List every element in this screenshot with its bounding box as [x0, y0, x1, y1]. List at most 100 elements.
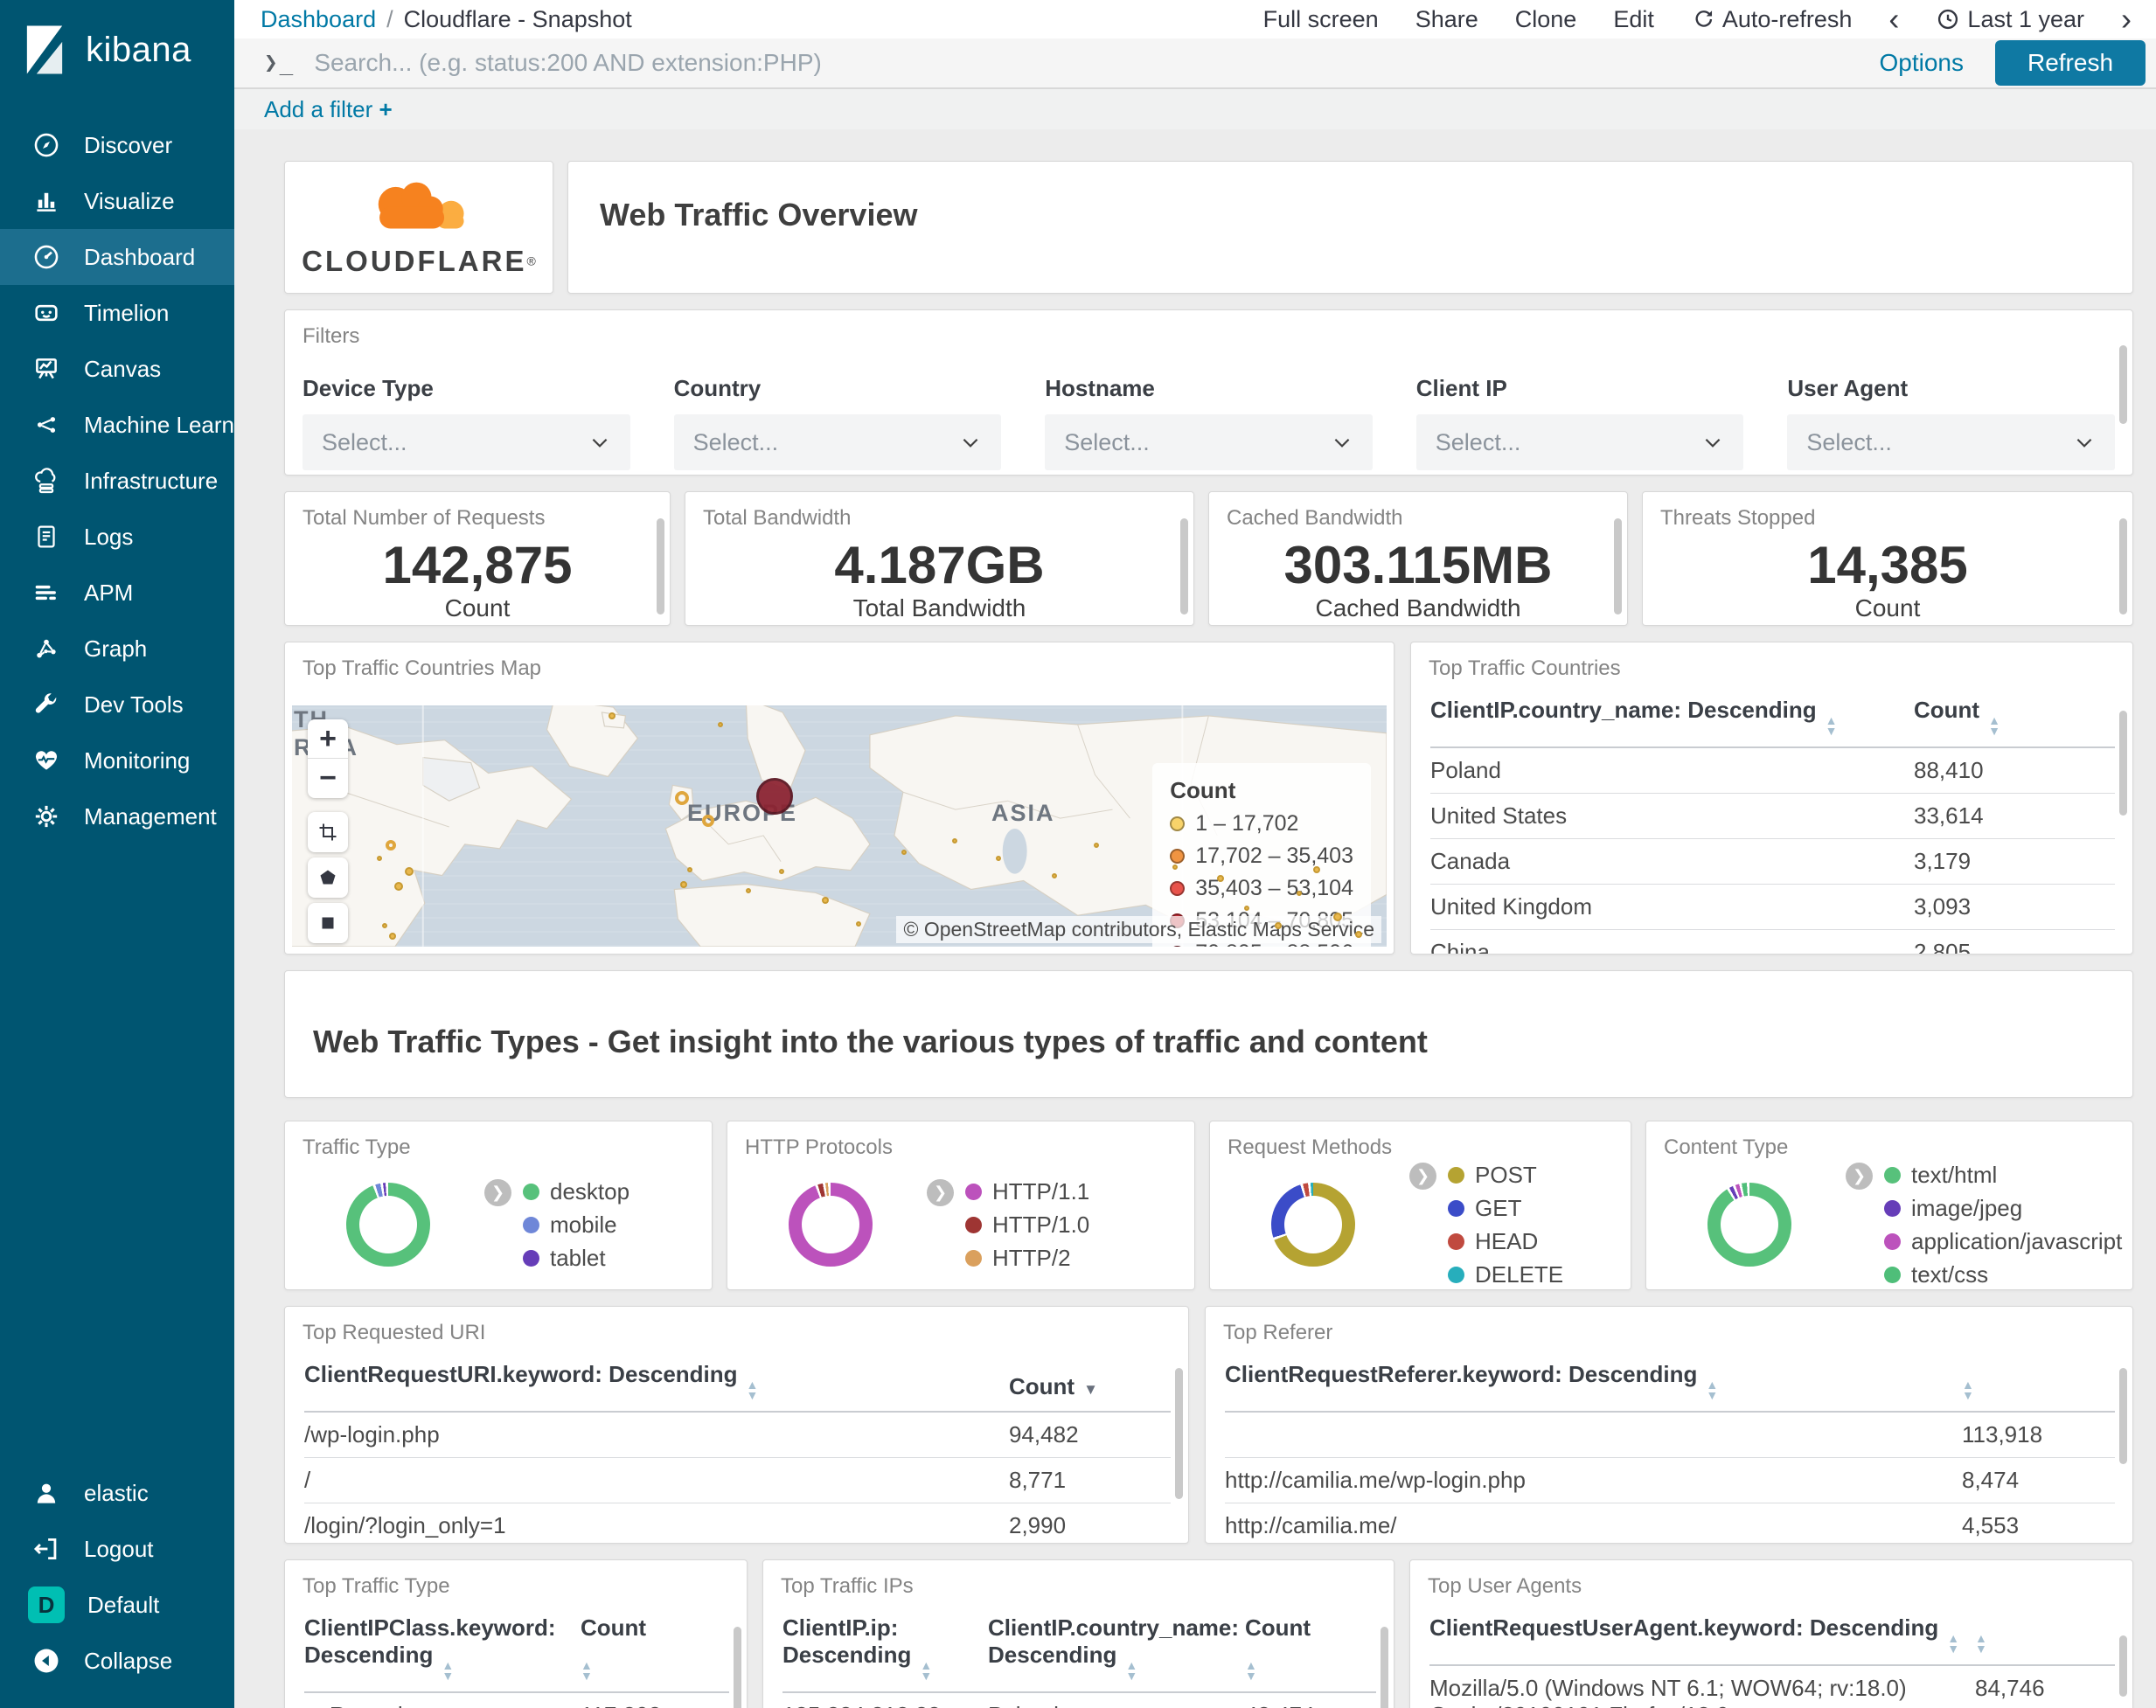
scrollbar[interactable] — [1175, 1368, 1183, 1499]
map-bubble[interactable] — [996, 856, 1001, 861]
map-bubble[interactable] — [822, 897, 829, 904]
map-bubble[interactable] — [1052, 873, 1057, 878]
map-bubble[interactable] — [952, 838, 957, 844]
search-input[interactable] — [314, 49, 1848, 77]
column-header[interactable]: ClientIPClass.keyword: Descending — [304, 1606, 581, 1693]
sort-icon[interactable] — [1988, 715, 2000, 736]
legend-item[interactable]: HTTP/2 — [965, 1245, 1089, 1272]
map-bubble[interactable] — [1313, 866, 1320, 873]
traffic-type-donut-chart[interactable] — [346, 1183, 430, 1267]
legend-item[interactable]: HTTP/1.1 — [965, 1178, 1089, 1205]
map-bubble[interactable] — [609, 712, 616, 719]
map-bubble[interactable] — [1275, 922, 1282, 929]
sidebar-item-collapse[interactable]: Collapse — [0, 1633, 234, 1689]
scrollbar[interactable] — [2119, 1635, 2127, 1697]
sort-icon[interactable] — [1975, 1633, 1987, 1654]
sidebar-item-logout[interactable]: Logout — [0, 1521, 234, 1577]
sidebar-item-space-default[interactable]: D Default — [0, 1577, 234, 1633]
zoom-out-button[interactable]: − — [308, 759, 348, 798]
zoom-in-button[interactable]: + — [308, 719, 348, 759]
column-header[interactable]: ClientIP.ip: Descending — [782, 1606, 988, 1693]
sort-icon[interactable] — [1947, 1633, 1959, 1654]
map-bubble[interactable] — [687, 867, 692, 872]
column-header[interactable]: ClientIP.country_name: Descending — [988, 1606, 1245, 1693]
column-header[interactable]: Count — [581, 1606, 729, 1693]
map-draw-polygon-button[interactable] — [308, 857, 348, 898]
map-draw-rectangle-button[interactable] — [308, 903, 348, 943]
legend-expand-icon[interactable]: ❯ — [1409, 1162, 1436, 1190]
scrollbar[interactable] — [2119, 711, 2127, 816]
map-bubble[interactable] — [377, 856, 382, 861]
map-bubble[interactable] — [394, 882, 403, 891]
sidebar-item-monitoring[interactable]: Monitoring — [0, 732, 234, 788]
sidebar-item-graph[interactable]: Graph — [0, 621, 234, 677]
kibana-logo[interactable]: kibana — [0, 0, 234, 101]
legend-item[interactable]: POST — [1448, 1162, 1563, 1189]
scrollbar[interactable] — [1614, 518, 1622, 614]
scrollbar[interactable] — [2119, 1368, 2127, 1464]
column-header[interactable]: Count — [1245, 1606, 1376, 1693]
column-header[interactable] — [1975, 1606, 2115, 1666]
share-button[interactable]: Share — [1415, 6, 1478, 33]
map-bubble[interactable] — [779, 869, 784, 874]
column-header[interactable]: Count — [1009, 1352, 1171, 1413]
device-type-select[interactable]: Select... — [303, 414, 630, 470]
map-bubble[interactable] — [702, 815, 714, 827]
refresh-button[interactable]: Refresh — [1995, 40, 2146, 86]
scrollbar[interactable] — [1180, 518, 1188, 614]
time-forward-chevron[interactable]: › — [2121, 3, 2132, 35]
map-bubble[interactable] — [718, 722, 723, 727]
legend-item[interactable]: text/html — [1884, 1162, 2122, 1189]
full-screen-button[interactable]: Full screen — [1263, 6, 1379, 33]
request-methods-donut-chart[interactable] — [1271, 1183, 1355, 1267]
sidebar-item-management[interactable]: Management — [0, 788, 234, 844]
options-link[interactable]: Options — [1880, 49, 1965, 77]
time-back-chevron[interactable]: ‹ — [1888, 3, 1899, 35]
sidebar-item-dev-tools[interactable]: Dev Tools — [0, 677, 234, 732]
sort-icon[interactable] — [1826, 715, 1838, 736]
sort-icon[interactable] — [1245, 1660, 1257, 1681]
scrollbar[interactable] — [657, 518, 664, 614]
scrollbar[interactable] — [1381, 1627, 1388, 1708]
map-attribution[interactable]: © OpenStreetMap contributors, Elastic Ma… — [896, 916, 1381, 943]
client-ip-select[interactable]: Select... — [1415, 414, 1744, 470]
sidebar-item-infrastructure[interactable]: Infrastructure — [0, 453, 234, 509]
sort-icon[interactable] — [747, 1379, 759, 1400]
legend-item[interactable]: HTTP/1.0 — [965, 1212, 1089, 1239]
world-map[interactable]: NORTHAMERICA EUROPE ASIA + − — [292, 705, 1387, 947]
sort-icon[interactable] — [1962, 1379, 1974, 1400]
breadcrumb-dashboard-link[interactable]: Dashboard — [261, 6, 376, 33]
legend-item[interactable]: tablet — [523, 1245, 629, 1272]
map-bubble[interactable] — [1094, 843, 1099, 848]
map-bubble[interactable] — [1297, 891, 1302, 896]
sidebar-item-discover[interactable]: Discover — [0, 117, 234, 173]
sidebar-item-timelion[interactable]: Timelion — [0, 285, 234, 341]
map-bubble[interactable] — [675, 791, 689, 805]
auto-refresh-button[interactable]: Auto-refresh — [1691, 6, 1852, 33]
legend-item[interactable]: DELETE — [1448, 1261, 1563, 1288]
map-bubble[interactable] — [389, 933, 396, 940]
sort-desc-icon[interactable] — [1083, 1381, 1098, 1398]
scrollbar[interactable] — [2119, 518, 2127, 614]
sidebar-item-dashboard[interactable]: Dashboard — [0, 229, 234, 285]
legend-item[interactable]: desktop — [523, 1178, 629, 1205]
legend-item[interactable]: application/javascript — [1884, 1228, 2122, 1255]
time-range-picker[interactable]: Last 1 year — [1936, 6, 2084, 33]
sidebar-item-canvas[interactable]: Canvas — [0, 341, 234, 397]
column-header[interactable] — [1962, 1352, 2115, 1413]
column-header[interactable]: ClientRequestURI.keyword: Descending — [304, 1352, 1009, 1413]
legend-item[interactable]: text/css — [1884, 1261, 2122, 1288]
sort-icon[interactable] — [920, 1660, 932, 1681]
map-bubble[interactable] — [1172, 864, 1178, 870]
sort-icon[interactable] — [1706, 1379, 1718, 1400]
sort-icon[interactable] — [1125, 1660, 1137, 1681]
edit-button[interactable]: Edit — [1613, 6, 1654, 33]
content-type-donut-chart[interactable] — [1707, 1183, 1791, 1267]
map-bubble[interactable] — [405, 867, 414, 876]
hostname-select[interactable]: Select... — [1045, 414, 1373, 470]
legend-item[interactable]: image/jpeg — [1884, 1195, 2122, 1222]
sort-icon[interactable] — [581, 1660, 593, 1681]
map-bubble[interactable] — [1217, 875, 1224, 882]
map-bubble[interactable] — [746, 888, 751, 893]
map-bubble-large[interactable] — [756, 778, 793, 815]
